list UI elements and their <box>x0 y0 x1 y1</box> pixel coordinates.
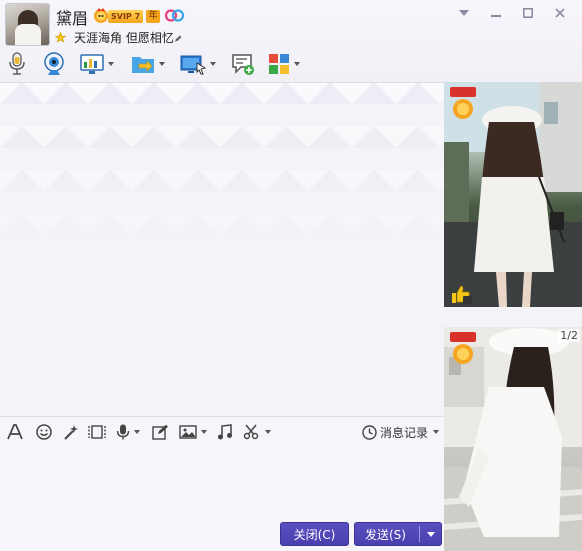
send-button[interactable]: 发送(S) <box>354 522 442 546</box>
message-history-label: 消息记录 <box>380 425 429 440</box>
year-badge: 年 <box>146 10 160 23</box>
close-button-label: 关闭(C) <box>293 527 336 542</box>
contact-signature: 天涯海角 但愿相忆 <box>74 31 174 45</box>
qq-link-icon[interactable] <box>165 8 185 23</box>
signature-edit-icon <box>175 35 182 42</box>
show-photo-bottom[interactable]: 1/2 <box>444 327 582 551</box>
scissors-icon[interactable] <box>243 424 271 440</box>
divider <box>0 82 444 83</box>
file-transfer-icon[interactable] <box>131 50 165 78</box>
contact-name[interactable]: 黛眉 <box>56 5 88 29</box>
photo-separator <box>444 307 582 327</box>
send-options-dropdown[interactable] <box>427 532 435 537</box>
chat-header: 黛眉 SVIP 7 年 天涯海角 但愿相忆 <box>0 0 582 82</box>
show-photo-top[interactable] <box>444 82 582 307</box>
chevron-down-icon[interactable] <box>448 4 480 22</box>
star-icon <box>55 32 66 43</box>
photo-page-indicator: 1/2 <box>558 329 580 342</box>
remote-desktop-icon[interactable] <box>80 50 114 78</box>
close-button[interactable]: 关闭(C) <box>280 522 349 546</box>
app-center-icon[interactable] <box>268 50 300 78</box>
image-icon[interactable] <box>179 424 207 440</box>
music-icon[interactable] <box>217 424 233 440</box>
avatar[interactable] <box>5 3 50 46</box>
window-controls <box>448 4 576 22</box>
vip-year-tag-icon <box>450 332 476 364</box>
voice-call-icon[interactable] <box>8 50 26 78</box>
minimize-icon[interactable] <box>480 4 512 22</box>
font-icon[interactable] <box>7 424 23 440</box>
qq-chat-window: 黛眉 SVIP 7 年 天涯海角 但愿相忆 消息记录 关闭(C) 发送(S) 1… <box>0 0 582 551</box>
maximize-icon[interactable] <box>512 4 544 22</box>
message-area-fade <box>0 82 444 416</box>
clock-icon <box>362 424 377 440</box>
svip-badge[interactable]: SVIP 7 <box>108 10 144 23</box>
chat-toolbar <box>0 50 310 80</box>
edit-icon[interactable] <box>152 424 169 440</box>
send-button-label: 发送(S) <box>365 527 406 542</box>
message-history-button[interactable]: 消息记录 <box>362 423 440 441</box>
create-discussion-icon[interactable] <box>231 50 255 78</box>
like-badge-icon[interactable] <box>450 284 472 304</box>
close-icon[interactable] <box>544 4 576 22</box>
voice-message-icon[interactable] <box>116 424 140 440</box>
input-toolbar: 消息记录 <box>0 416 444 446</box>
magic-icon[interactable] <box>63 424 79 440</box>
vip-crown-icon <box>94 8 108 23</box>
screen-share-icon[interactable] <box>180 50 216 78</box>
video-call-icon[interactable] <box>43 50 65 78</box>
screenshot-frame-icon[interactable] <box>88 424 106 440</box>
emoji-icon[interactable] <box>36 424 52 440</box>
vip-year-tag-icon <box>450 87 476 119</box>
